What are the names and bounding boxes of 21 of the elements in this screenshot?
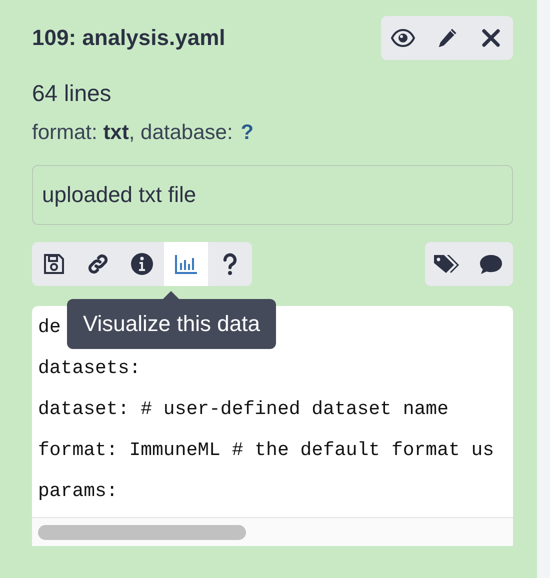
eye-icon [391, 26, 415, 50]
code-line: dataset: # user-defined dataset name [38, 397, 448, 422]
save-icon [42, 252, 66, 276]
horizontal-scrollbar[interactable] [38, 524, 246, 540]
code-line: format: ImmuneML # the default format us [38, 438, 494, 463]
speech-bubble-icon [478, 252, 504, 276]
line-count: 64 lines [32, 80, 112, 107]
tooltip: Visualize this data [67, 291, 276, 349]
close-icon [479, 26, 503, 50]
dataset-title[interactable]: 109: analysis.yaml [32, 25, 226, 51]
code-line: params: [38, 479, 118, 504]
chart-button[interactable] [164, 242, 208, 286]
code-line: de [38, 315, 61, 340]
database-link[interactable]: ? [240, 121, 254, 145]
link-icon [86, 252, 110, 276]
description-field[interactable]: uploaded txt file [32, 165, 513, 225]
info-icon [130, 252, 154, 276]
code-line: datasets: [38, 356, 141, 381]
chart-icon [174, 252, 198, 276]
format-info: format: txt, database: [32, 121, 233, 145]
tags-icon [432, 252, 462, 276]
